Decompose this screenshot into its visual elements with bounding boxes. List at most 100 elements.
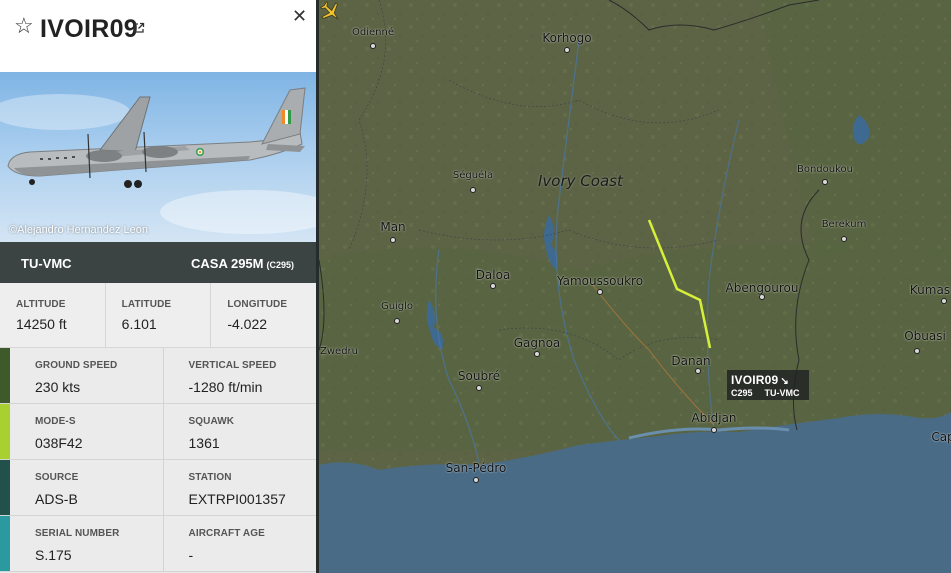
aircraft-icon[interactable] [319,0,343,24]
city-gagnoa: Gagnoa [513,336,561,350]
city-berekum: Berekum [821,219,867,230]
flight-map[interactable]: Ivory Coast Odienné Korhogo Séguéla Bond… [319,0,951,573]
city-obuasi: Obuasi [904,329,946,343]
aircraft-type: CASA 295M (C295) [191,256,294,271]
latitude-value: 6.101 [121,316,157,332]
city-soubre: Soubré [457,369,501,383]
city-zwedru: Zwedru [320,346,358,357]
row-color-stripe [0,348,10,403]
row-color-stripe [0,460,10,515]
squawk-cell: SQUAWK 1361 [162,404,317,459]
flight-callsign: IVOIR09 [40,15,138,43]
latitude-label: LATITUDE [121,299,172,310]
source-row: SOURCE ADS-B STATION EXTRPI001357 [0,460,316,516]
longitude-label: LONGITUDE [227,299,288,310]
label-callsign: IVOIR09 [731,373,779,387]
ground-speed-value: 230 kts [35,379,81,395]
city-odienne: Odienné [352,27,394,38]
longitude-value: -4.022 [227,316,268,332]
photo-credit: ©Alejandro Hernandez Leon [9,224,148,236]
source-label: SOURCE [35,472,79,483]
serial-row: SERIAL NUMBER S.175 AIRCRAFT AGE - [0,516,316,572]
station-label: STATION [188,472,232,483]
close-icon[interactable]: ✕ [292,6,307,26]
city-korhogo: Korhogo [542,31,592,45]
vertical-speed-cell: VERTICAL SPEED -1280 ft/min [162,348,317,403]
city-abidjan: Abidjan [691,411,737,425]
row-color-stripe [0,404,10,459]
city-dot [470,187,476,193]
star-icon[interactable]: ☆ [14,14,34,38]
squawk-value: 1361 [188,435,220,451]
transponder-row: MODE-S 038F42 SQUAWK 1361 [0,404,316,460]
station-value: EXTRPI001357 [188,491,286,507]
squawk-label: SQUAWK [188,416,235,427]
city-dot [711,427,717,433]
city-dot [914,348,920,354]
city-dot [841,236,847,242]
mode-s-value: 038F42 [35,435,83,451]
city-danane: Danan [671,354,711,368]
ground-speed-label: GROUND SPEED [35,360,118,371]
latitude-cell: LATITUDE 6.101 [106,283,212,347]
country-label: Ivory Coast [538,172,623,190]
label-registration: TU-VMC [764,388,800,398]
aircraft-type-code: (C295) [266,260,294,270]
flight-info-panel: ☆ IVOIR09 ✕ ©Alejandro Hernandez Leon TU… [0,0,316,573]
position-row: ALTITUDE 14250 ft LATITUDE 6.101 LONGITU… [0,283,316,348]
city-dot [490,283,496,289]
source-cell: SOURCE ADS-B [10,460,163,515]
city-bondoukou: Bondoukou [796,164,854,175]
city-dot [822,179,828,185]
source-value: ADS-B [35,491,78,507]
city-dot [390,237,396,243]
altitude-label: ALTITUDE [16,299,66,310]
city-cape: Cap [931,430,951,444]
aircraft-silhouette [0,87,316,234]
ground-speed-cell: GROUND SPEED 230 kts [10,348,163,403]
longitude-cell: LONGITUDE -4.022 [211,283,316,347]
registration: TU-VMC [21,256,72,271]
registration-bar: TU-VMC CASA 295M (C295) [0,242,316,283]
label-type: C295 [731,388,753,398]
city-dot [473,477,479,483]
aircraft-photo[interactable]: ©Alejandro Hernandez Leon [0,72,316,242]
city-dot [534,351,540,357]
serial-number-value: S.175 [35,547,72,563]
mode-s-cell: MODE-S 038F42 [10,404,163,459]
city-kumasi: Kumas [909,283,951,297]
city-seguela: Séguéla [452,170,494,181]
heading-arrow-icon: ↘ [780,376,790,387]
aircraft-age-label: AIRCRAFT AGE [188,528,265,539]
city-daloa: Daloa [475,268,511,282]
city-man: Man [380,220,406,234]
city-dot [370,43,376,49]
city-dot [564,47,570,53]
panel-divider [316,0,319,573]
city-abengourou: Abengourou [725,281,799,295]
vertical-speed-label: VERTICAL SPEED [188,360,277,371]
aircraft-label[interactable]: IVOIR09 ↘ C295 TU-VMC [727,370,809,400]
serial-number-label: SERIAL NUMBER [35,528,120,539]
aircraft-age-value: - [188,547,194,563]
altitude-value: 14250 ft [16,316,67,332]
city-dot [941,298,947,304]
panel-header: ☆ IVOIR09 ✕ [0,0,316,72]
aircraft-type-name: CASA 295M [191,256,264,271]
city-dot [476,385,482,391]
city-dot [597,289,603,295]
city-guiglo: Guiglo [380,301,414,312]
mode-s-label: MODE-S [35,416,76,427]
city-dot [695,368,701,374]
aircraft-age-cell: AIRCRAFT AGE - [162,516,317,571]
station-cell: STATION EXTRPI001357 [162,460,317,515]
city-dot [394,318,400,324]
vertical-speed-value: -1280 ft/min [188,379,263,395]
row-color-stripe [0,516,10,571]
city-san-pedro: San-Pédro [445,461,507,475]
city-yamoussoukro: Yamoussoukro [556,274,644,288]
speed-row: GROUND SPEED 230 kts VERTICAL SPEED -128… [0,348,316,404]
external-link-icon[interactable] [133,22,145,34]
serial-number-cell: SERIAL NUMBER S.175 [10,516,163,571]
altitude-cell: ALTITUDE 14250 ft [0,283,106,347]
